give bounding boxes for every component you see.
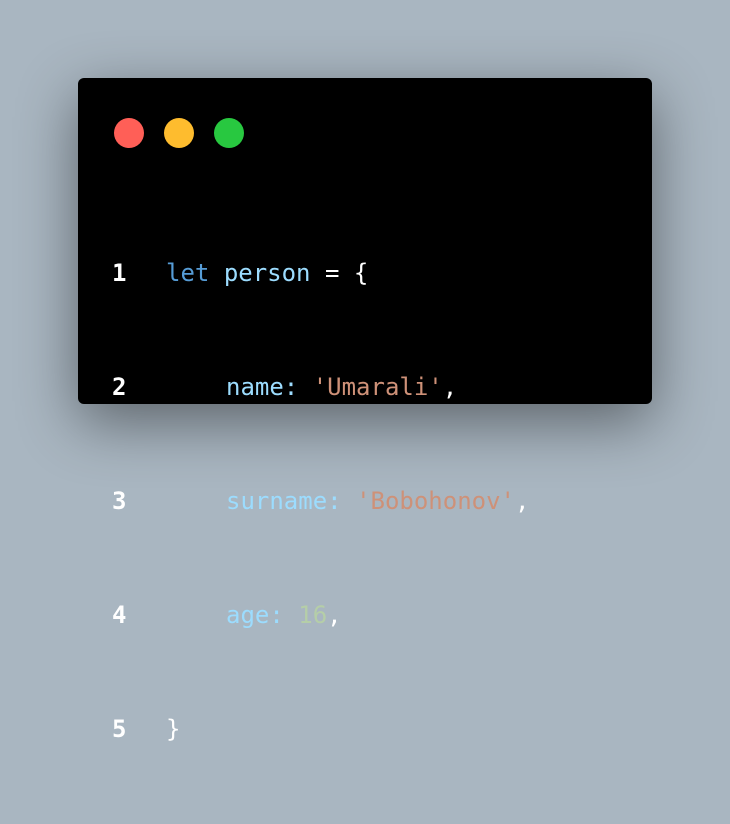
- code-line-5: 5 }: [112, 710, 529, 748]
- property-key-token: age: [226, 601, 270, 629]
- line-number: 2: [112, 373, 127, 401]
- comma-token: ,: [442, 373, 458, 401]
- property-key-token: name: [226, 373, 284, 401]
- property-key-token: surname: [226, 487, 328, 515]
- string-token: 'Umarali': [312, 373, 443, 401]
- identifier-token: person: [223, 259, 311, 287]
- code-line-4: 4 age: 16,: [112, 596, 529, 634]
- comma-token: ,: [327, 601, 342, 629]
- code-line-2: 2 name: 'Umarali',: [112, 368, 529, 406]
- close-dot-icon[interactable]: [114, 118, 144, 148]
- code-window: 1 let person = { 2 name: 'Umarali', 3 su…: [78, 78, 652, 743]
- colon-token: :: [283, 373, 313, 401]
- window-controls: [114, 118, 244, 148]
- comma-token: ,: [515, 487, 530, 515]
- code-line-3: 3 surname: 'Bobohonov',: [112, 482, 529, 520]
- line-number: 4: [112, 601, 127, 629]
- line-number: 5: [112, 715, 127, 743]
- line-number: 3: [112, 487, 127, 515]
- operator-token: =: [310, 259, 354, 287]
- open-brace-token: {: [353, 259, 369, 287]
- maximize-dot-icon[interactable]: [214, 118, 244, 148]
- minimize-dot-icon[interactable]: [164, 118, 194, 148]
- keyword-token: let: [166, 259, 210, 287]
- number-token: 16: [298, 601, 328, 629]
- line-number: 1: [112, 259, 127, 287]
- colon-token: :: [327, 487, 357, 515]
- code-line-1: 1 let person = {: [112, 254, 529, 292]
- string-token: 'Bobohonov': [356, 487, 516, 515]
- colon-token: :: [269, 601, 299, 629]
- code-block: 1 let person = { 2 name: 'Umarali', 3 su…: [112, 178, 529, 824]
- close-brace-token: }: [166, 715, 181, 743]
